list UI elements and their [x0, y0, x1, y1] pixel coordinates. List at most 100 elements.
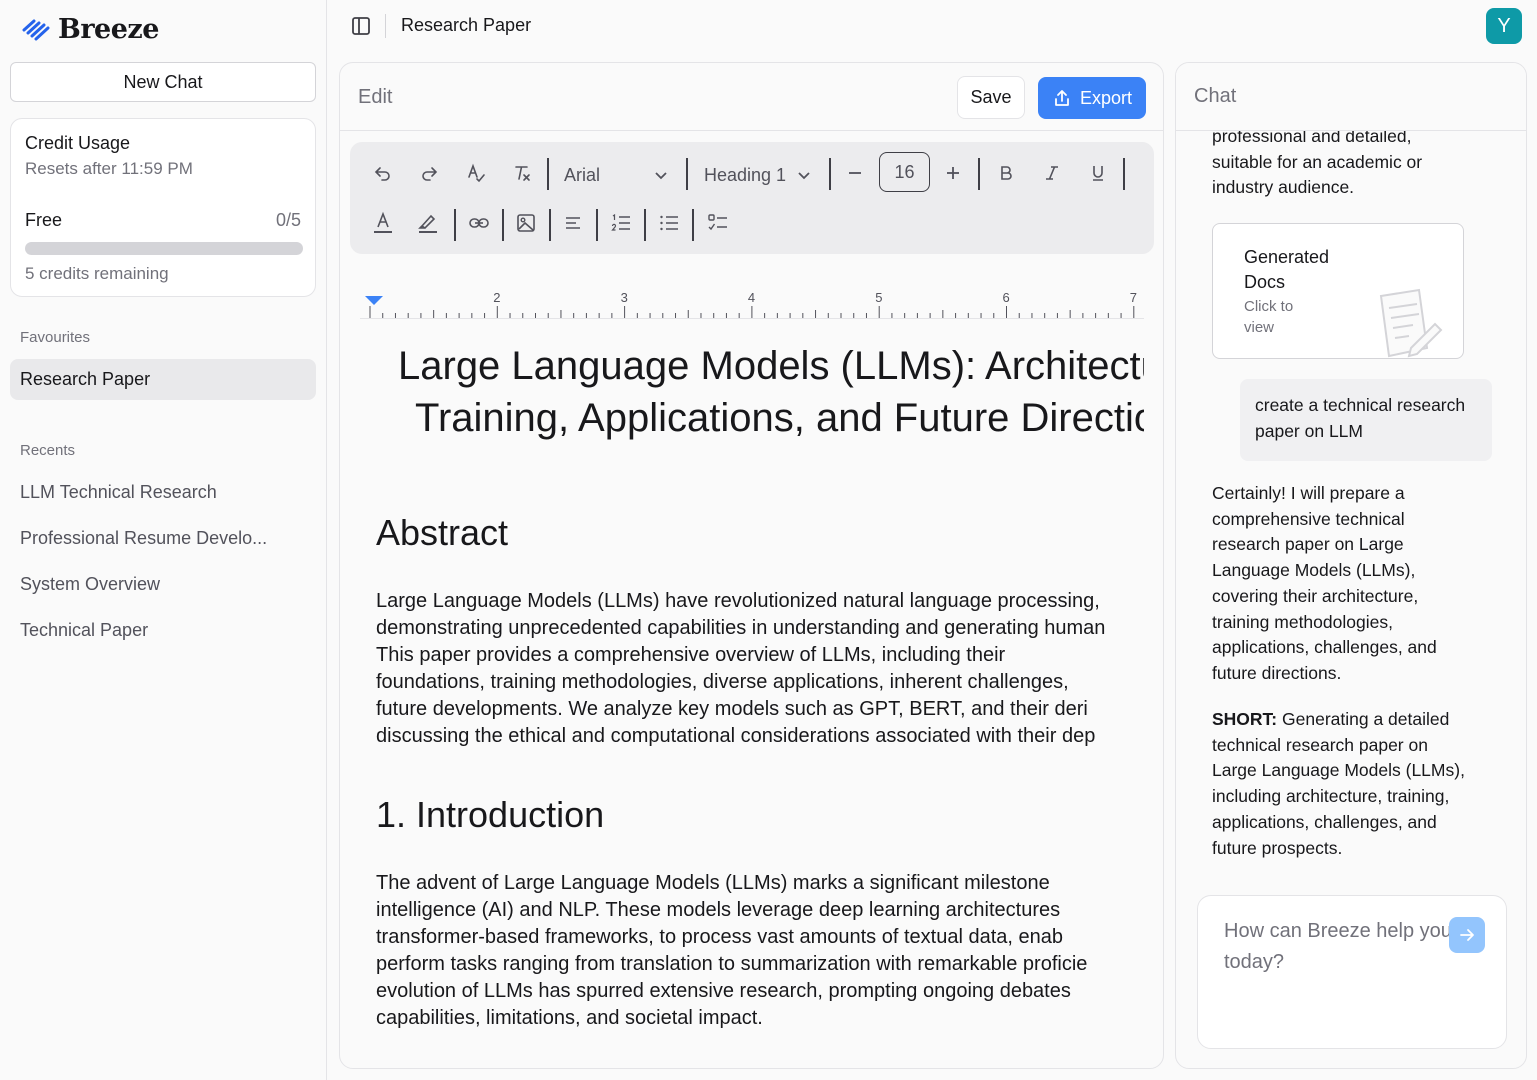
- save-button[interactable]: Save: [957, 76, 1025, 119]
- toolbar-divider: [978, 158, 980, 190]
- toolbar-divider: [502, 209, 504, 241]
- toolbar-divider: [454, 209, 456, 241]
- brand-name: Breeze: [58, 14, 159, 45]
- chevron-down-icon: [655, 172, 667, 180]
- credit-count: 0/5: [275, 210, 301, 230]
- toolbar-divider: [692, 209, 694, 241]
- ruler-label: 5: [875, 290, 882, 305]
- ruler-label: 7: [1130, 290, 1137, 305]
- credit-title: Credit Usage: [25, 133, 131, 153]
- avatar[interactable]: Y: [1486, 8, 1522, 44]
- new-chat-button[interactable]: New Chat: [10, 62, 316, 102]
- sidebar-toggle-icon[interactable]: [351, 16, 371, 36]
- abstract-line: discussing the ethical and computational…: [376, 725, 1096, 747]
- toolbar-divider: [596, 209, 598, 241]
- intro-line: The advent of Large Language Models (LLM…: [376, 872, 1050, 894]
- plus-icon[interactable]: [941, 161, 965, 185]
- chevron-down-icon: [798, 172, 810, 180]
- bold-icon[interactable]: [994, 161, 1018, 185]
- export-icon: [1055, 90, 1069, 106]
- brand[interactable]: Breeze: [22, 14, 159, 45]
- redo-icon[interactable]: [417, 161, 441, 185]
- toolbar-divider: [549, 209, 551, 241]
- abstract-line: future developments. We analyze key mode…: [376, 698, 1088, 720]
- bullet-list-icon[interactable]: [657, 211, 681, 235]
- ruler-label: 2: [493, 290, 500, 305]
- breeze-logo-icon: [22, 19, 50, 40]
- intro-line: transformer-based frameworks, to process…: [376, 926, 1063, 948]
- send-button[interactable]: [1449, 917, 1485, 953]
- arrow-right-icon: [1460, 929, 1474, 941]
- sidebar: Breeze New Chat Credit Usage Resets afte…: [0, 0, 327, 1080]
- credit-reset-text: Resets after 11:59 PM: [25, 159, 193, 178]
- font-size-input[interactable]: 16: [879, 152, 930, 192]
- topbar-divider: [385, 14, 386, 38]
- abstract-heading[interactable]: Abstract: [376, 512, 1144, 554]
- generated-docs-subtitle: Click to view: [1244, 298, 1294, 336]
- clear-format-icon[interactable]: [510, 161, 534, 185]
- export-label: Export: [1079, 87, 1133, 108]
- heading-select[interactable]: Heading 1: [704, 160, 812, 190]
- image-icon[interactable]: [514, 211, 538, 235]
- text-color-icon[interactable]: [371, 211, 395, 235]
- short-label: SHORT:: [1212, 709, 1278, 729]
- assistant-message: professional and detailed, suitable for …: [1212, 126, 1423, 198]
- editor-panel: Edit Save Export Arial Heading 1 16 2 3 …: [339, 62, 1164, 1069]
- document-content[interactable]: Large Language Models (LLMs): Architectu…: [376, 338, 1144, 1068]
- recent-item[interactable]: Professional Resume Develo...: [20, 528, 267, 549]
- favourites-label: Favourites: [20, 329, 91, 346]
- underline-icon[interactable]: [1086, 161, 1110, 185]
- credit-usage-card: Credit Usage Resets after 11:59 PM Free …: [10, 118, 316, 297]
- task-list-icon[interactable]: [706, 211, 730, 235]
- credits-remaining: 5 credits remaining: [25, 264, 169, 283]
- document-edit-icon: [1379, 288, 1443, 358]
- toolbar-divider: [1123, 158, 1125, 190]
- chat-header: Chat: [1176, 63, 1526, 131]
- abstract-paragraph[interactable]: Large Language Models (LLMs) have revolu…: [376, 588, 1144, 750]
- short-text: Generating a detailed technical research…: [1212, 709, 1465, 858]
- page-title: Research Paper: [401, 15, 532, 35]
- ruler-scale: 2 3 4 5 6 7: [365, 290, 1137, 318]
- ruler: 2 3 4 5 6 7: [360, 285, 1144, 319]
- document-title[interactable]: Large Language Models (LLMs): Architectu…: [398, 340, 1144, 444]
- introduction-heading[interactable]: 1. Introduction: [376, 794, 1144, 836]
- user-message: create a technical research paper on LLM: [1240, 379, 1492, 461]
- editor-header: Edit Save Export: [340, 63, 1163, 131]
- formatting-toolbar: Arial Heading 1 16: [350, 142, 1154, 254]
- intro-line: evolution of LLMs has spurred extensive …: [376, 980, 1071, 1002]
- minus-icon[interactable]: [843, 161, 867, 185]
- assistant-message: SHORT: Generating a detailed technical r…: [1212, 707, 1474, 861]
- ordered-list-icon[interactable]: [609, 211, 633, 235]
- favourite-item-research-paper[interactable]: Research Paper: [10, 359, 316, 400]
- abstract-line: Large Language Models (LLMs) have revolu…: [376, 590, 1100, 612]
- recents-label: Recents: [20, 442, 76, 459]
- italic-icon[interactable]: [1040, 161, 1064, 185]
- editor-label: Edit: [358, 86, 393, 108]
- heading-value: Heading 1: [704, 164, 787, 185]
- recent-item[interactable]: LLM Technical Research: [20, 482, 217, 503]
- chat-panel: Chat professional and detailed, suitable…: [1175, 62, 1527, 1069]
- font-family-value: Arial: [564, 164, 601, 185]
- generated-docs-card[interactable]: Generated Docs Click to view: [1212, 223, 1464, 359]
- recent-item[interactable]: System Overview: [20, 574, 160, 595]
- recent-item[interactable]: Technical Paper: [20, 620, 148, 641]
- abstract-line: demonstrating unprecedented capabilities…: [376, 617, 1106, 639]
- credit-progress-bar: [25, 242, 303, 255]
- intro-line: perform tasks ranging from translation t…: [376, 953, 1088, 975]
- toolbar-divider: [547, 158, 549, 190]
- font-family-select[interactable]: Arial: [564, 160, 669, 190]
- toolbar-divider: [644, 209, 646, 241]
- ruler-label: 6: [1003, 290, 1010, 305]
- link-icon[interactable]: [467, 211, 491, 235]
- document-title-line: Large Language Models (LLMs): Architectu…: [398, 344, 1144, 388]
- introduction-paragraph[interactable]: The advent of Large Language Models (LLM…: [376, 870, 1144, 1032]
- chat-label: Chat: [1194, 85, 1237, 107]
- ruler-label: 4: [748, 290, 755, 305]
- chat-input[interactable]: How can Breeze help you today?: [1197, 895, 1507, 1049]
- export-button[interactable]: Export: [1038, 77, 1146, 119]
- intro-line: capabilities, limitations, and societal …: [376, 1007, 763, 1029]
- undo-icon[interactable]: [371, 161, 395, 185]
- highlight-icon[interactable]: [416, 211, 440, 235]
- spellcheck-icon[interactable]: [464, 161, 488, 185]
- align-left-icon[interactable]: [561, 211, 585, 235]
